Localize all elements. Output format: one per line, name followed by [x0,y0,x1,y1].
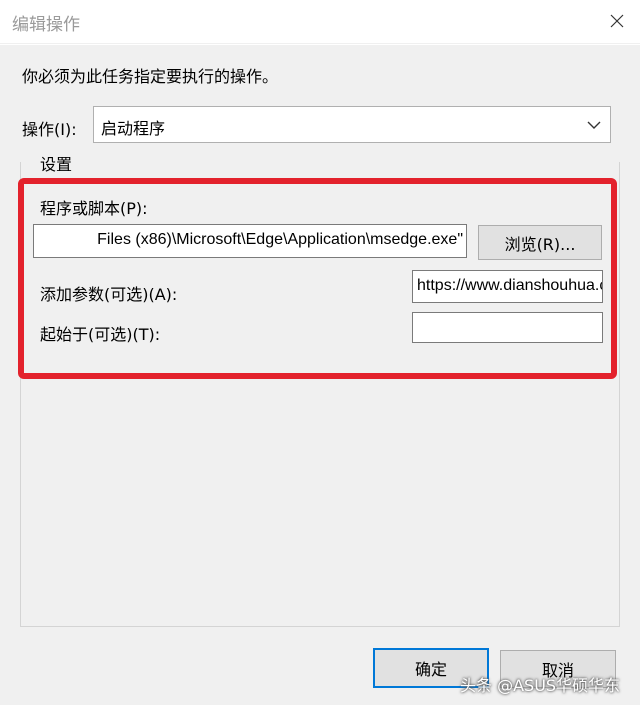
action-dropdown-value: 启动程序 [101,119,166,138]
highlight-annotation [18,178,617,379]
close-button[interactable] [604,8,630,34]
watermark: 头条 @ASUS华硕华东 [460,676,621,695]
settings-label: 设置 [34,151,79,175]
chevron-down-icon [587,121,601,129]
window-title: 编辑操作 [12,15,80,35]
instruction-text: 你必须为此任务指定要执行的操作。 [22,67,279,86]
title-bar: 编辑操作 [0,0,640,44]
action-label: 操作(I): [22,120,77,139]
close-icon [610,14,624,28]
action-dropdown[interactable]: 启动程序 [93,106,611,143]
